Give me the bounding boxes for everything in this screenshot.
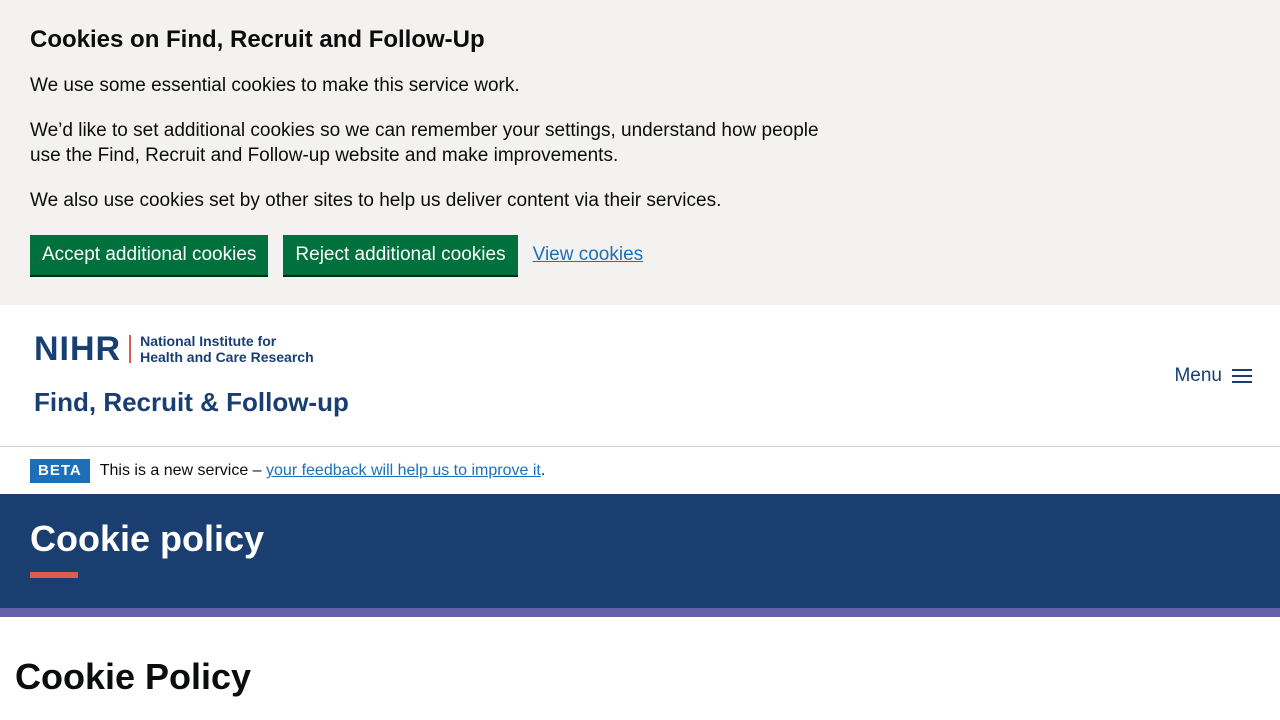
feedback-link[interactable]: your feedback will help us to improve it (266, 462, 541, 479)
hero-title: Cookie policy (30, 518, 265, 559)
cookie-banner-title: Cookies on Find, Recruit and Follow-Up (30, 26, 485, 53)
page-title: Cookie Policy (15, 656, 252, 697)
phase-text: This is a new service – your feedback wi… (100, 462, 546, 480)
accept-cookies-button[interactable]: Accept additional cookies (30, 235, 269, 275)
nihr-logo-text: National Institute for Health and Care R… (140, 333, 314, 365)
nihr-logo-row: NIHR National Institute for Health and C… (34, 330, 349, 368)
hero-accent-strip (0, 608, 1280, 617)
nihr-logo[interactable]: NIHR National Institute for Health and C… (34, 330, 349, 417)
site-header: NIHR National Institute for Health and C… (0, 305, 1280, 447)
phase-text-prefix: This is a new service – (99, 462, 267, 479)
menu-button[interactable]: Menu (1174, 365, 1252, 387)
service-name: Find, Recruit & Follow-up (34, 387, 349, 417)
nihr-logo-line1: National Institute for (140, 333, 277, 349)
page-hero: Cookie policy (0, 494, 1280, 608)
cookie-actions: Accept additional cookies Reject additio… (30, 235, 643, 275)
cookie-paragraph: We use some essential cookies to make th… (30, 75, 520, 96)
phase-banner: BETA This is a new service – your feedba… (0, 448, 1280, 494)
hamburger-icon (1232, 369, 1252, 383)
menu-label: Menu (1174, 365, 1222, 386)
cookie-paragraph: We’d like to set additional cookies so w… (30, 120, 819, 166)
reject-cookies-button[interactable]: Reject additional cookies (283, 235, 518, 275)
nihr-logo-mark: NIHR (34, 330, 122, 368)
phase-text-suffix: . (540, 462, 546, 479)
cookie-banner: Cookies on Find, Recruit and Follow-Up W… (0, 0, 1280, 305)
hero-underline (30, 572, 78, 578)
cookie-paragraph: We also use cookies set by other sites t… (30, 190, 722, 211)
nihr-logo-line2: Health and Care Research (140, 349, 314, 365)
view-cookies-link[interactable]: View cookies (533, 244, 644, 266)
beta-tag: BETA (30, 459, 90, 483)
logo-separator (129, 335, 132, 363)
